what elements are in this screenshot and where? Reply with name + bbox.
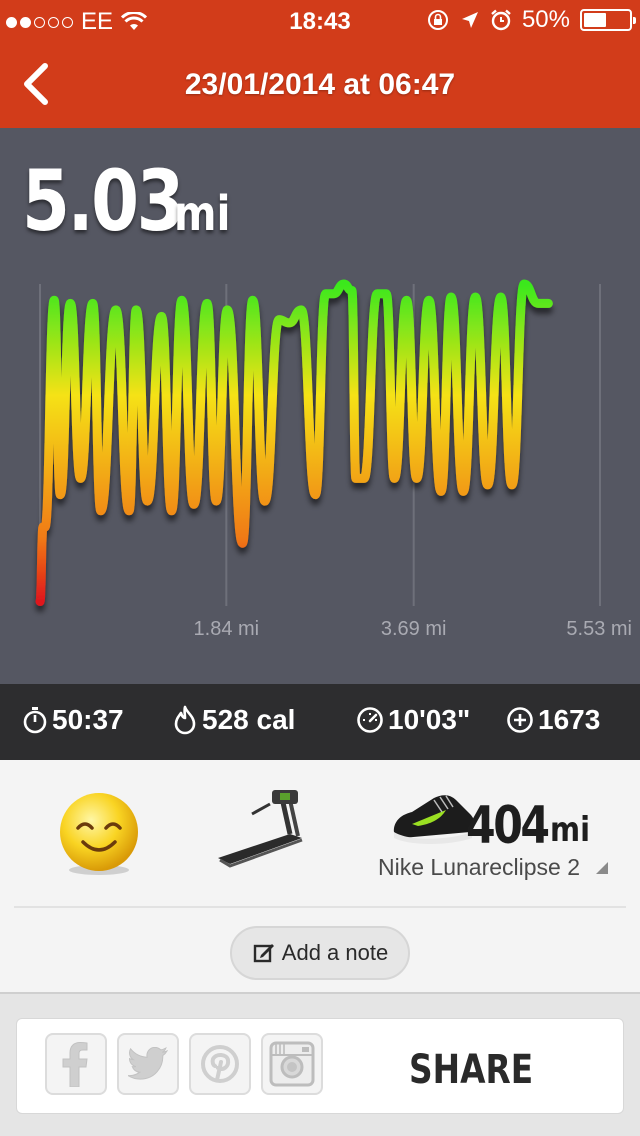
battery-icon bbox=[580, 9, 636, 31]
rotation-lock-icon bbox=[427, 10, 448, 30]
nav-bar: 23/01/2014 at 06:47 bbox=[0, 40, 640, 128]
flame-icon bbox=[174, 705, 196, 735]
share-card: SHARE bbox=[16, 1018, 624, 1114]
run-details: 404 mi Nike Lunareclipse 2 Add a note bbox=[0, 760, 640, 992]
alarm-icon bbox=[491, 9, 511, 31]
shoe-mileage-value: 404 bbox=[466, 796, 550, 856]
facebook-icon bbox=[62, 1041, 88, 1087]
signal-strength-icon bbox=[6, 16, 73, 28]
x-tick-label: 1.84 mi bbox=[193, 618, 260, 640]
wifi-icon bbox=[121, 12, 148, 30]
nikefuel-icon bbox=[507, 707, 533, 733]
smiley-face-icon[interactable] bbox=[56, 790, 142, 876]
add-note-button[interactable]: Add a note bbox=[230, 926, 410, 980]
run-chart-panel: 5.03 mi 1.84 mi 3.69 mi 5.53 mi bbox=[0, 128, 640, 684]
x-tick-label: 5.53 mi bbox=[566, 618, 632, 640]
status-right: 50% bbox=[426, 6, 636, 34]
x-tick-label: 3.69 mi bbox=[380, 618, 447, 640]
shoe-selector[interactable]: Nike Lunareclipse 2 bbox=[378, 854, 580, 881]
back-button[interactable] bbox=[12, 58, 60, 110]
chevron-left-icon bbox=[24, 63, 48, 105]
shoe-mileage-unit: mi bbox=[550, 810, 591, 850]
stat-nikefuel: 1673 bbox=[506, 704, 600, 736]
pinterest-icon bbox=[201, 1045, 239, 1083]
running-shoe-icon[interactable] bbox=[390, 784, 478, 850]
distance-unit: mi bbox=[174, 186, 231, 242]
distance-readout: 5.03 mi bbox=[22, 152, 230, 250]
battery-percent: 50% bbox=[521, 6, 570, 33]
twitter-icon bbox=[128, 1047, 168, 1080]
add-note-label: Add a note bbox=[281, 940, 389, 965]
calories-value: 528 cal bbox=[202, 704, 296, 735]
page-title: 23/01/2014 at 06:47 bbox=[184, 68, 456, 101]
instagram-share-button[interactable] bbox=[261, 1033, 323, 1095]
speedometer-icon bbox=[357, 707, 383, 733]
nikefuel-value: 1673 bbox=[538, 704, 601, 735]
stats-bar: 50:37 528 cal 10'03" 1673 bbox=[0, 684, 640, 760]
stat-calories: 528 cal bbox=[172, 704, 295, 736]
shoe-mileage: 404 mi bbox=[466, 796, 590, 856]
location-icon bbox=[461, 12, 478, 28]
battery-level bbox=[584, 13, 606, 27]
status-left: EE bbox=[6, 8, 148, 36]
twitter-share-button[interactable] bbox=[117, 1033, 179, 1095]
dropdown-caret-icon[interactable] bbox=[596, 862, 608, 874]
pinterest-share-button[interactable] bbox=[189, 1033, 251, 1095]
divider bbox=[14, 906, 626, 908]
stopwatch-icon bbox=[23, 707, 47, 734]
status-bar: EE 18:43 50% bbox=[0, 0, 640, 40]
share-section: SHARE bbox=[0, 992, 640, 1136]
carrier-name: EE bbox=[81, 8, 114, 35]
treadmill-icon[interactable] bbox=[212, 788, 312, 876]
instagram-icon bbox=[269, 1041, 315, 1087]
stat-pace: 10'03" bbox=[356, 704, 470, 736]
stat-duration: 50:37 bbox=[22, 704, 124, 736]
pace-value: 10'03" bbox=[388, 704, 471, 735]
distance-value: 5.03 bbox=[22, 152, 185, 250]
duration-value: 50:37 bbox=[52, 704, 124, 735]
pace-series-line bbox=[35, 279, 553, 606]
facebook-share-button[interactable] bbox=[45, 1033, 107, 1095]
edit-note-icon bbox=[253, 944, 274, 963]
share-button[interactable]: SHARE bbox=[409, 1047, 533, 1093]
